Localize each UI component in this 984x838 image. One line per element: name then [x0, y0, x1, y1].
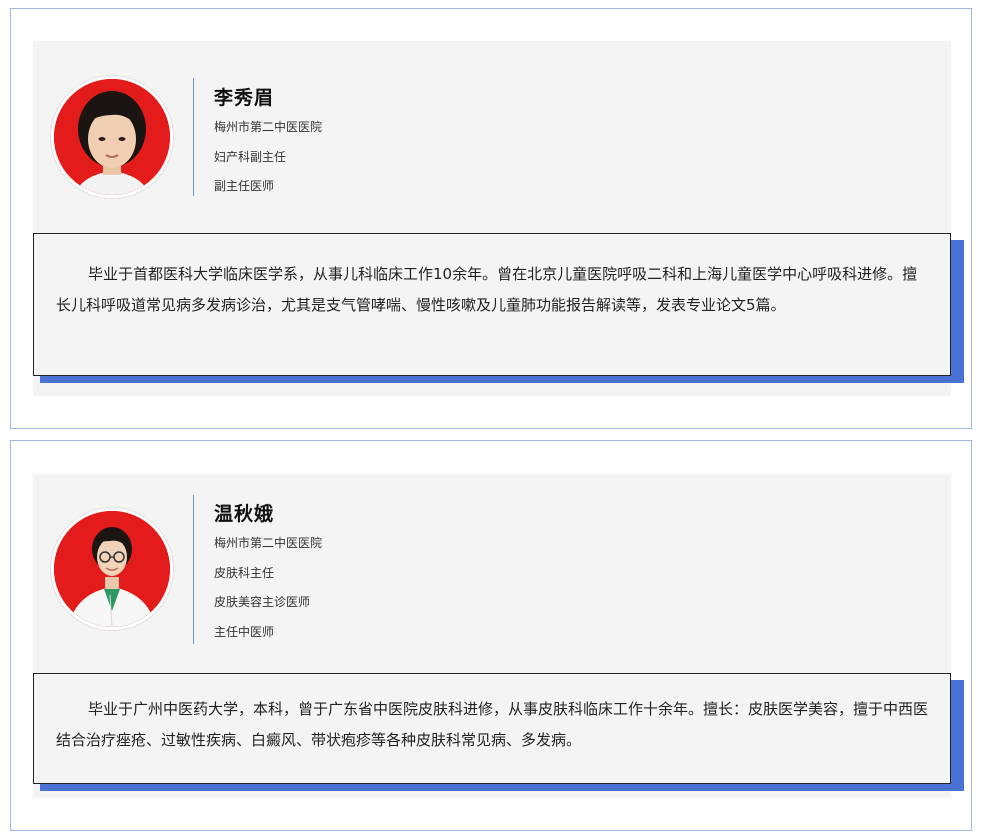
doctor-hospital: 梅州市第二中医医院: [214, 120, 323, 134]
doctor-card: 温秋娥 梅州市第二中医医院 皮肤科主任 皮肤美容主诊医师 主任中医师 毕业于广州…: [10, 440, 972, 831]
doctor-qualification: 皮肤美容主诊医师: [214, 595, 311, 609]
doctor-bio: 毕业于广州中医药大学，本科，曾于广东省中医院皮肤科进修，从事皮肤科临床工作十余年…: [33, 673, 951, 784]
divider-line: [193, 78, 194, 196]
doctor-info: 梅州市第二中医医院 妇产科副主任 副主任医师: [214, 113, 322, 202]
doctor-title: 副主任医师: [214, 179, 275, 193]
doctor-photo: [51, 76, 173, 198]
doctor-panel: 李秀眉 梅州市第二中医医院 妇产科副主任 副主任医师 毕业于首都医科大学临床医学…: [33, 41, 964, 396]
doctor-photo: [51, 508, 173, 630]
doctor-department: 妇产科副主任: [214, 149, 287, 164]
doctor-name: 李秀眉: [214, 87, 275, 109]
doctor-bio: 毕业于首都医科大学临床医学系，从事儿科临床工作10余年。曾在北京儿童医院呼吸二科…: [33, 233, 951, 376]
doctor-name: 温秋娥: [214, 503, 275, 525]
doctor-panel: 温秋娥 梅州市第二中医医院 皮肤科主任 皮肤美容主诊医师 主任中医师 毕业于广州…: [33, 474, 964, 798]
doctor-hospital: 梅州市第二中医医院: [214, 536, 323, 550]
doctor-info: 梅州市第二中医医院 皮肤科主任 皮肤美容主诊医师 主任中医师: [214, 529, 322, 647]
doctor-department: 皮肤科主任: [214, 565, 275, 580]
doctor-title: 主任中医师: [214, 624, 275, 639]
doctor-card: 李秀眉 梅州市第二中医医院 妇产科副主任 副主任医师 毕业于首都医科大学临床医学…: [10, 8, 972, 429]
divider-line: [193, 495, 194, 644]
